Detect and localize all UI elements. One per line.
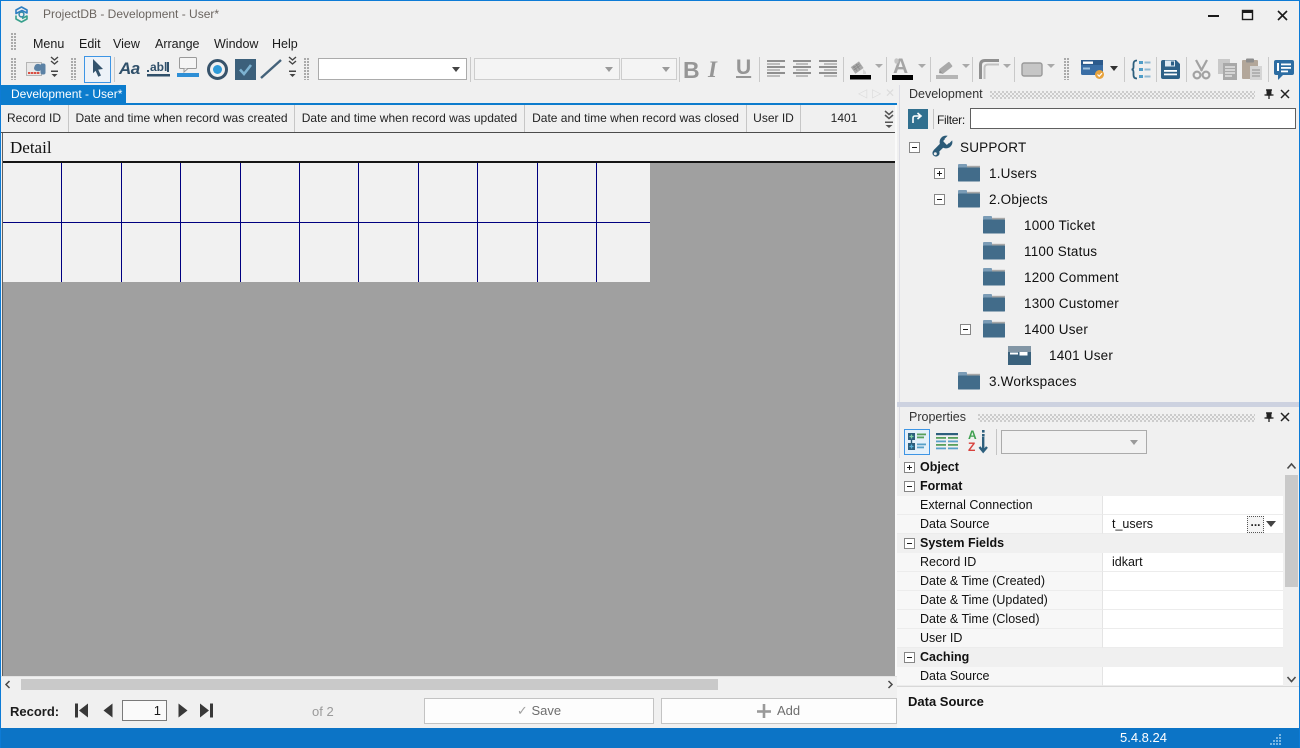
svg-text:abl: abl <box>150 60 167 74</box>
